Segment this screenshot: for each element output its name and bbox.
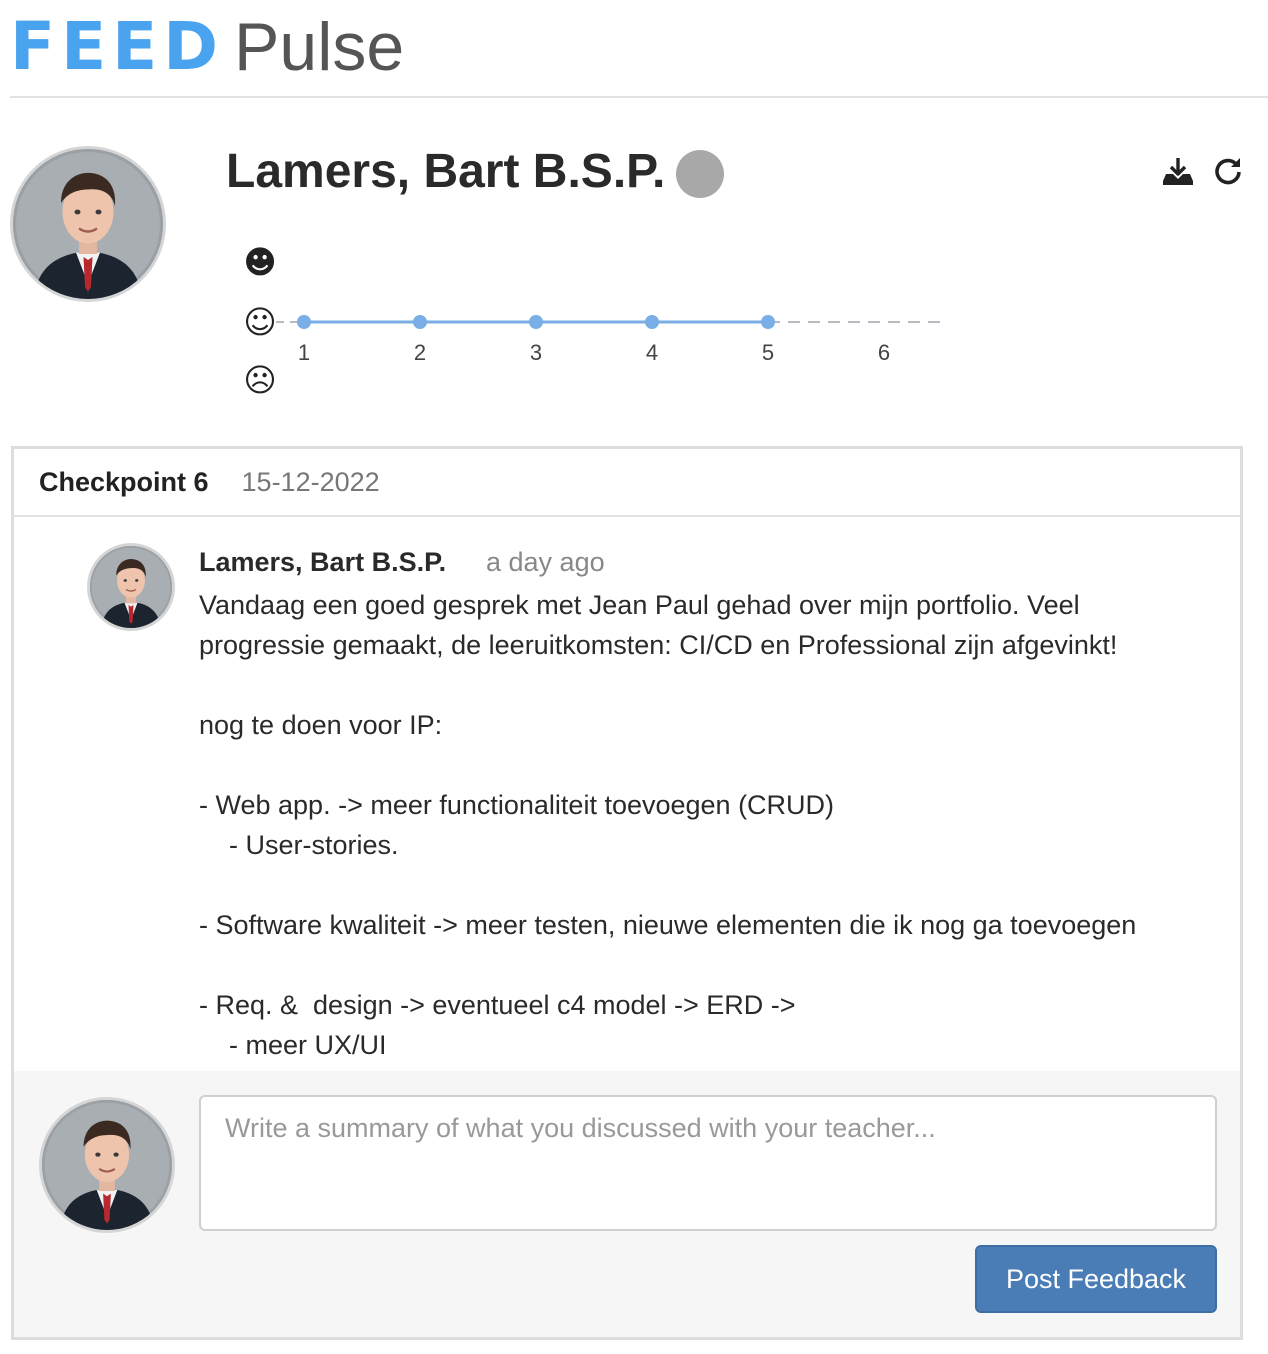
- comment-line: [199, 865, 1209, 905]
- refresh-icon: [1215, 158, 1241, 185]
- comment-line: - Software kwaliteit -> meer testen, nie…: [199, 910, 1137, 940]
- comment-line: [199, 945, 1209, 985]
- comment-line: progressie gemaakt, de leeruitkomsten: C…: [199, 630, 1118, 660]
- chart-point[interactable]: [413, 315, 427, 329]
- comment-line: [199, 745, 1209, 785]
- download-button[interactable]: [1158, 152, 1198, 192]
- chart-x-tick-label: 1: [298, 340, 310, 365]
- status-indicator: [676, 150, 724, 198]
- comment-timestamp: a day ago: [486, 547, 605, 577]
- chart-x-tick-label: 3: [530, 340, 542, 365]
- comment-avatar: [87, 543, 175, 631]
- comment-line: - Req. & design -> eventueel c4 model ->…: [199, 990, 796, 1020]
- chart-point[interactable]: [645, 315, 659, 329]
- download-icon: [1163, 158, 1193, 185]
- chart-x-tick-label: 5: [762, 340, 774, 365]
- progress-chart-svg: ☻ ☺ ☹ 1 2 3 4 5 6: [243, 243, 944, 399]
- student-avatar: [10, 146, 166, 302]
- comment-line: Vandaag een goed gesprek met Jean Paul g…: [199, 590, 1080, 620]
- chart-x-tick-label: 6: [878, 340, 890, 365]
- chart-x-tick-label: 2: [414, 340, 426, 365]
- chart-point[interactable]: [297, 315, 311, 329]
- comment-body: Vandaag een goed gesprek met Jean Paul g…: [199, 585, 1209, 1065]
- checkpoint-date: 15-12-2022: [241, 466, 380, 497]
- comment-line: - Web app. -> meer functionaliteit toevo…: [199, 790, 835, 820]
- refresh-button[interactable]: [1208, 152, 1248, 192]
- logo-feed-text: FEED: [10, 8, 225, 85]
- comment-line: nog te doen voor IP:: [199, 710, 443, 740]
- header-divider: [10, 96, 1268, 98]
- chart-point[interactable]: [529, 315, 543, 329]
- student-name: Lamers, Bart B.S.P.: [226, 145, 666, 198]
- sad-face-icon: ☹: [243, 361, 276, 399]
- happy-face-icon: ☻: [243, 243, 276, 281]
- composer-avatar: [39, 1097, 175, 1233]
- chart-x-tick-label: 4: [646, 340, 658, 365]
- comment-author: Lamers, Bart B.S.P.: [199, 547, 447, 577]
- comment-line: - User-stories.: [199, 830, 399, 860]
- comment-line: - meer UX/UI: [199, 1030, 387, 1060]
- checkpoint-panel: Checkpoint 6 15-12-2022 Lamers, Bart B.S…: [11, 446, 1243, 1340]
- checkpoint-header: Checkpoint 6 15-12-2022: [14, 449, 1240, 517]
- comment-line: [199, 665, 1209, 705]
- feedback-composer: Post Feedback: [14, 1071, 1240, 1337]
- checkpoint-title: Checkpoint 6: [39, 466, 209, 497]
- progress-chart: ☻ ☺ ☹ 1 2 3 4 5 6: [236, 236, 956, 406]
- logo-pulse-text: Pulse: [234, 9, 405, 85]
- post-feedback-button[interactable]: Post Feedback: [975, 1245, 1217, 1313]
- neutral-face-icon: ☺: [243, 303, 276, 341]
- summary-input[interactable]: [199, 1095, 1217, 1231]
- feedpulse-logo[interactable]: FEED Pulse: [10, 12, 404, 82]
- feedback-comment: Lamers, Bart B.S.P. a day ago Vandaag ee…: [14, 519, 1240, 1071]
- chart-point[interactable]: [761, 315, 775, 329]
